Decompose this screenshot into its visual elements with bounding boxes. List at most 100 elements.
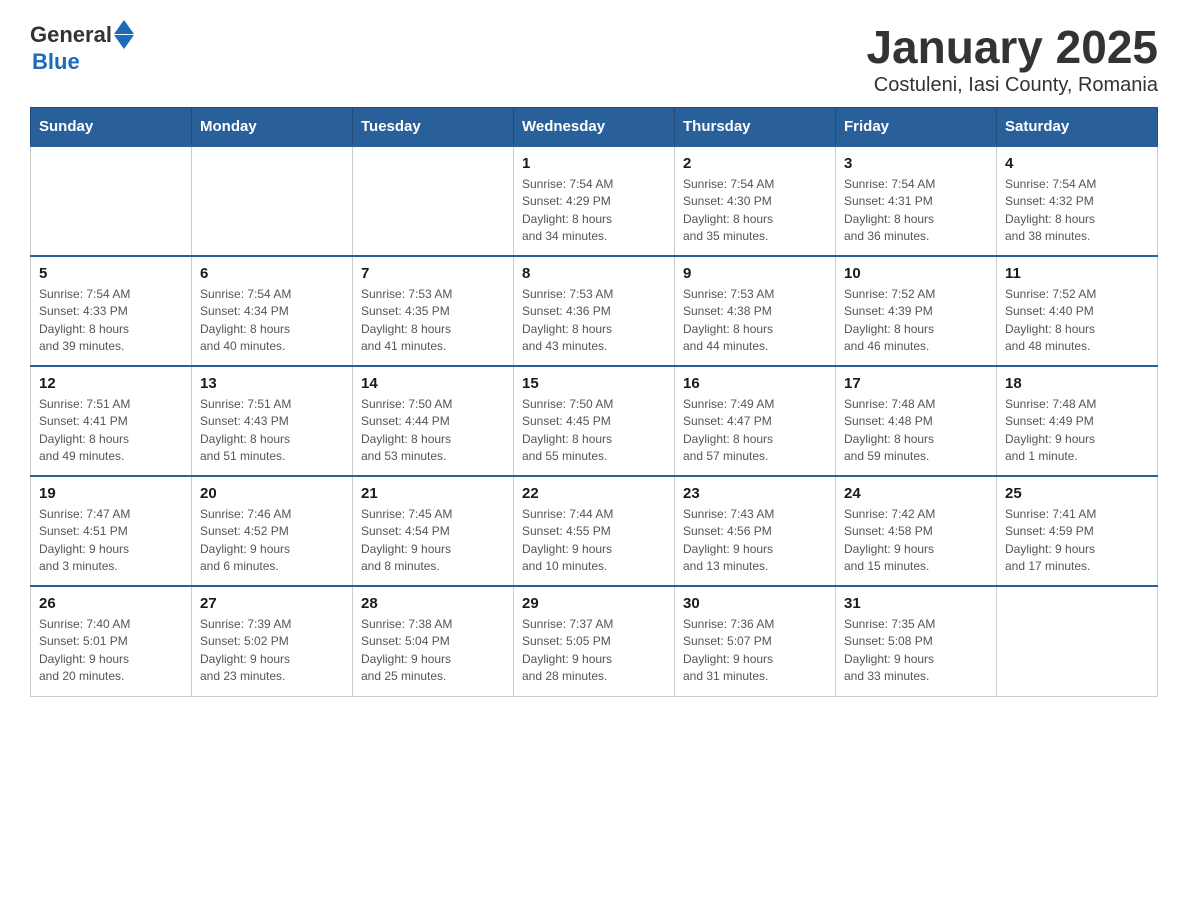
- day-info: Sunrise: 7:49 AM Sunset: 4:47 PM Dayligh…: [683, 396, 827, 466]
- calendar-cell: 22 Sunrise: 7:44 AM Sunset: 4:55 PM Dayli…: [514, 476, 675, 586]
- logo-blue: Blue: [32, 49, 80, 75]
- page-header: General Blue January 2025 Costuleni, Ias…: [30, 20, 1158, 97]
- day-number: 18: [1005, 375, 1149, 392]
- day-number: 28: [361, 595, 505, 612]
- day-number: 31: [844, 595, 988, 612]
- header-tuesday: Tuesday: [353, 108, 514, 147]
- logo-general: General: [30, 22, 112, 48]
- day-info: Sunrise: 7:47 AM Sunset: 4:51 PM Dayligh…: [39, 506, 183, 576]
- calendar-cell: 23 Sunrise: 7:43 AM Sunset: 4:56 PM Dayli…: [675, 476, 836, 586]
- calendar-week-row: 26 Sunrise: 7:40 AM Sunset: 5:01 PM Dayli…: [31, 586, 1158, 696]
- calendar-cell: 21 Sunrise: 7:45 AM Sunset: 4:54 PM Dayli…: [353, 476, 514, 586]
- day-number: 27: [200, 595, 344, 612]
- calendar-cell: 2Sunrise: 7:54 AM Sunset: 4:30 PM Daylig…: [675, 146, 836, 256]
- header-monday: Monday: [192, 108, 353, 147]
- calendar-cell: 14 Sunrise: 7:50 AM Sunset: 4:44 PM Dayli…: [353, 366, 514, 476]
- day-number: 24: [844, 485, 988, 502]
- day-info: Sunrise: 7:54 AM Sunset: 4:29 PM Dayligh…: [522, 176, 666, 246]
- day-info: Sunrise: 7:51 AM Sunset: 4:43 PM Dayligh…: [200, 396, 344, 466]
- day-info: Sunrise: 7:48 AM Sunset: 4:49 PM Dayligh…: [1005, 396, 1149, 466]
- day-info: Sunrise: 7:44 AM Sunset: 4:55 PM Dayligh…: [522, 506, 666, 576]
- calendar-cell: 26 Sunrise: 7:40 AM Sunset: 5:01 PM Dayli…: [31, 586, 192, 696]
- calendar-header-row: SundayMondayTuesdayWednesdayThursdayFrid…: [31, 108, 1158, 147]
- header-friday: Friday: [836, 108, 997, 147]
- day-number: 3: [844, 155, 988, 172]
- day-info: Sunrise: 7:36 AM Sunset: 5:07 PM Dayligh…: [683, 616, 827, 686]
- day-number: 30: [683, 595, 827, 612]
- day-info: Sunrise: 7:42 AM Sunset: 4:58 PM Dayligh…: [844, 506, 988, 576]
- day-info: Sunrise: 7:52 AM Sunset: 4:39 PM Dayligh…: [844, 286, 988, 356]
- calendar-cell: 27 Sunrise: 7:39 AM Sunset: 5:02 PM Dayli…: [192, 586, 353, 696]
- calendar-cell: [31, 146, 192, 256]
- calendar-week-row: 1Sunrise: 7:54 AM Sunset: 4:29 PM Daylig…: [31, 146, 1158, 256]
- day-info: Sunrise: 7:51 AM Sunset: 4:41 PM Dayligh…: [39, 396, 183, 466]
- day-number: 15: [522, 375, 666, 392]
- day-number: 6: [200, 265, 344, 282]
- calendar-cell: 13 Sunrise: 7:51 AM Sunset: 4:43 PM Dayli…: [192, 366, 353, 476]
- calendar-week-row: 5Sunrise: 7:54 AM Sunset: 4:33 PM Daylig…: [31, 256, 1158, 366]
- header-wednesday: Wednesday: [514, 108, 675, 147]
- day-number: 8: [522, 265, 666, 282]
- day-number: 22: [522, 485, 666, 502]
- day-info: Sunrise: 7:40 AM Sunset: 5:01 PM Dayligh…: [39, 616, 183, 686]
- day-number: 11: [1005, 265, 1149, 282]
- header-sunday: Sunday: [31, 108, 192, 147]
- calendar-cell: 30 Sunrise: 7:36 AM Sunset: 5:07 PM Dayli…: [675, 586, 836, 696]
- calendar-cell: 5Sunrise: 7:54 AM Sunset: 4:33 PM Daylig…: [31, 256, 192, 366]
- day-info: Sunrise: 7:46 AM Sunset: 4:52 PM Dayligh…: [200, 506, 344, 576]
- day-info: Sunrise: 7:45 AM Sunset: 4:54 PM Dayligh…: [361, 506, 505, 576]
- day-number: 26: [39, 595, 183, 612]
- calendar-cell: 7 Sunrise: 7:53 AM Sunset: 4:35 PM Daylig…: [353, 256, 514, 366]
- calendar-cell: 31 Sunrise: 7:35 AM Sunset: 5:08 PM Dayli…: [836, 586, 997, 696]
- day-info: Sunrise: 7:54 AM Sunset: 4:32 PM Dayligh…: [1005, 176, 1149, 246]
- day-number: 17: [844, 375, 988, 392]
- calendar-cell: 18 Sunrise: 7:48 AM Sunset: 4:49 PM Dayli…: [997, 366, 1158, 476]
- day-number: 14: [361, 375, 505, 392]
- title-block: January 2025 Costuleni, Iasi County, Rom…: [866, 20, 1158, 97]
- calendar-cell: 11 Sunrise: 7:52 AM Sunset: 4:40 PM Dayli…: [997, 256, 1158, 366]
- logo: General Blue: [30, 20, 134, 75]
- day-info: Sunrise: 7:35 AM Sunset: 5:08 PM Dayligh…: [844, 616, 988, 686]
- day-number: 9: [683, 265, 827, 282]
- calendar-cell: 8 Sunrise: 7:53 AM Sunset: 4:36 PM Daylig…: [514, 256, 675, 366]
- calendar-cell: 1Sunrise: 7:54 AM Sunset: 4:29 PM Daylig…: [514, 146, 675, 256]
- day-info: Sunrise: 7:41 AM Sunset: 4:59 PM Dayligh…: [1005, 506, 1149, 576]
- calendar-cell: 25 Sunrise: 7:41 AM Sunset: 4:59 PM Dayli…: [997, 476, 1158, 586]
- calendar-week-row: 19 Sunrise: 7:47 AM Sunset: 4:51 PM Dayli…: [31, 476, 1158, 586]
- calendar-cell: 12Sunrise: 7:51 AM Sunset: 4:41 PM Dayli…: [31, 366, 192, 476]
- day-number: 10: [844, 265, 988, 282]
- header-thursday: Thursday: [675, 108, 836, 147]
- day-number: 21: [361, 485, 505, 502]
- page-title: January 2025: [866, 20, 1158, 74]
- day-info: Sunrise: 7:38 AM Sunset: 5:04 PM Dayligh…: [361, 616, 505, 686]
- calendar-cell: 29Sunrise: 7:37 AM Sunset: 5:05 PM Dayli…: [514, 586, 675, 696]
- day-info: Sunrise: 7:50 AM Sunset: 4:44 PM Dayligh…: [361, 396, 505, 466]
- day-info: Sunrise: 7:48 AM Sunset: 4:48 PM Dayligh…: [844, 396, 988, 466]
- calendar-table: SundayMondayTuesdayWednesdayThursdayFrid…: [30, 107, 1158, 697]
- day-info: Sunrise: 7:53 AM Sunset: 4:36 PM Dayligh…: [522, 286, 666, 356]
- day-info: Sunrise: 7:37 AM Sunset: 5:05 PM Dayligh…: [522, 616, 666, 686]
- day-number: 7: [361, 265, 505, 282]
- day-info: Sunrise: 7:53 AM Sunset: 4:38 PM Dayligh…: [683, 286, 827, 356]
- day-number: 13: [200, 375, 344, 392]
- day-number: 2: [683, 155, 827, 172]
- calendar-cell: 17 Sunrise: 7:48 AM Sunset: 4:48 PM Dayli…: [836, 366, 997, 476]
- day-number: 19: [39, 485, 183, 502]
- calendar-cell: 4Sunrise: 7:54 AM Sunset: 4:32 PM Daylig…: [997, 146, 1158, 256]
- calendar-cell: 6 Sunrise: 7:54 AM Sunset: 4:34 PM Daylig…: [192, 256, 353, 366]
- day-info: Sunrise: 7:43 AM Sunset: 4:56 PM Dayligh…: [683, 506, 827, 576]
- day-number: 5: [39, 265, 183, 282]
- day-info: Sunrise: 7:52 AM Sunset: 4:40 PM Dayligh…: [1005, 286, 1149, 356]
- day-info: Sunrise: 7:53 AM Sunset: 4:35 PM Dayligh…: [361, 286, 505, 356]
- day-number: 16: [683, 375, 827, 392]
- calendar-cell: 20 Sunrise: 7:46 AM Sunset: 4:52 PM Dayli…: [192, 476, 353, 586]
- day-number: 20: [200, 485, 344, 502]
- calendar-cell: 19 Sunrise: 7:47 AM Sunset: 4:51 PM Dayli…: [31, 476, 192, 586]
- calendar-cell: [997, 586, 1158, 696]
- day-number: 23: [683, 485, 827, 502]
- day-number: 25: [1005, 485, 1149, 502]
- day-info: Sunrise: 7:39 AM Sunset: 5:02 PM Dayligh…: [200, 616, 344, 686]
- day-info: Sunrise: 7:54 AM Sunset: 4:34 PM Dayligh…: [200, 286, 344, 356]
- day-info: Sunrise: 7:54 AM Sunset: 4:31 PM Dayligh…: [844, 176, 988, 246]
- calendar-cell: 3 Sunrise: 7:54 AM Sunset: 4:31 PM Daylig…: [836, 146, 997, 256]
